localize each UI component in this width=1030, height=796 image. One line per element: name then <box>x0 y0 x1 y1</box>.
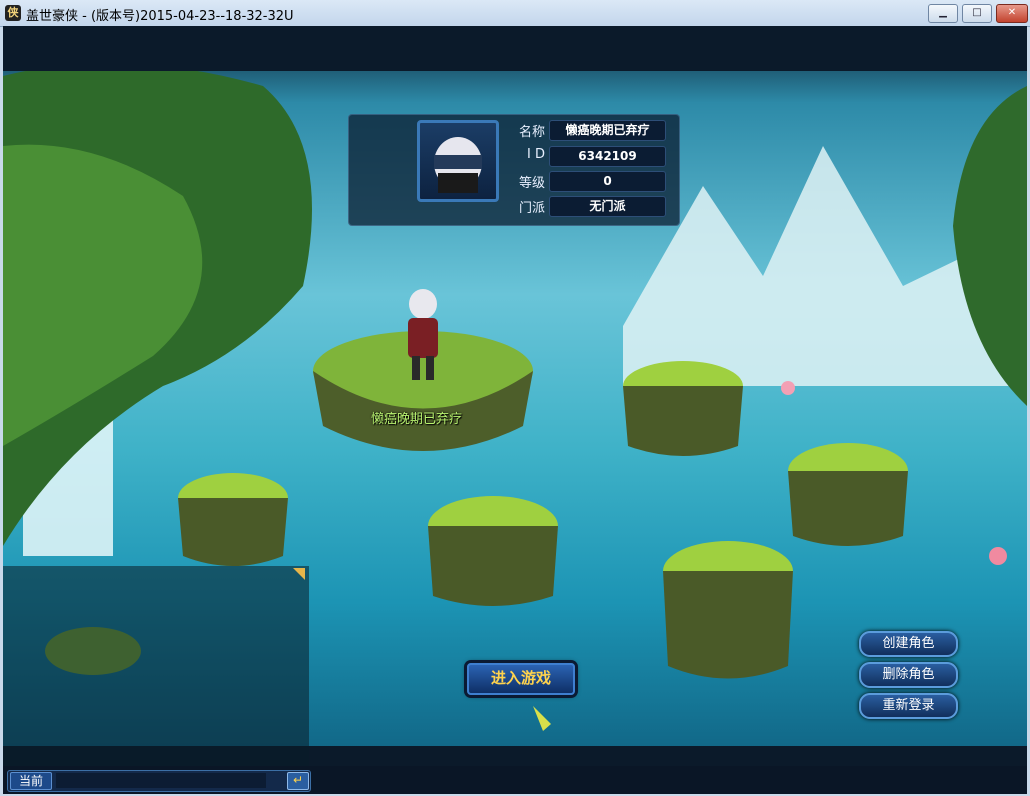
id-value: 6342109 <box>549 146 666 167</box>
avatar[interactable] <box>417 120 499 202</box>
delete-role-button[interactable]: 删除角色 <box>859 662 958 688</box>
name-label: 名称 <box>518 125 545 140</box>
chat-channel-button[interactable]: 当前 <box>10 772 52 790</box>
chat-resize-handle[interactable] <box>293 568 305 580</box>
app-icon: 侠 <box>5 5 21 21</box>
level-value: 0 <box>549 171 666 192</box>
chat-input[interactable] <box>56 773 266 788</box>
cursor-pointer-icon <box>533 706 551 731</box>
lotus-flower <box>781 381 795 395</box>
sect-label: 门派 <box>518 201 545 216</box>
relogin-button[interactable]: 重新登录 <box>859 693 958 719</box>
level-label: 等级 <box>518 176 545 191</box>
game-scene: 名称 懒癌晚期已弃疗 I D 6342109 等级 0 门派 无门派 懒癌晚期已… <box>3 26 1027 794</box>
chat-input-bar: 当前 ↵ <box>7 770 311 792</box>
id-label: I D <box>527 147 545 162</box>
chat-log[interactable] <box>3 566 309 771</box>
name-value: 懒癌晚期已弃疗 <box>549 120 666 141</box>
top-frame <box>3 26 1027 71</box>
create-role-button[interactable]: 创建角色 <box>859 631 958 657</box>
lotus-flower <box>989 547 1007 565</box>
minimize-button[interactable]: ▁ <box>928 4 958 23</box>
game-window: 侠 盖世豪侠 - (版本号)2015-04-23--18-32-32U ▁ □ … <box>0 0 1030 796</box>
close-button[interactable]: ✕ <box>996 4 1028 23</box>
character-name-tag: 懒癌晚期已弃疗 <box>371 412 463 427</box>
title-bar[interactable]: 侠 盖世豪侠 - (版本号)2015-04-23--18-32-32U ▁ □ … <box>0 0 1030 27</box>
character-portrait-icon <box>434 137 482 193</box>
window-title: 盖世豪侠 - (版本号)2015-04-23--18-32-32U <box>26 9 294 24</box>
enter-game-button[interactable]: 进入游戏 <box>467 663 575 695</box>
send-enter-icon[interactable]: ↵ <box>287 772 309 790</box>
maximize-button[interactable]: □ <box>962 4 992 23</box>
sect-value: 无门派 <box>549 196 666 217</box>
character-info-panel: 名称 懒癌晚期已弃疗 I D 6342109 等级 0 门派 无门派 <box>348 114 680 226</box>
